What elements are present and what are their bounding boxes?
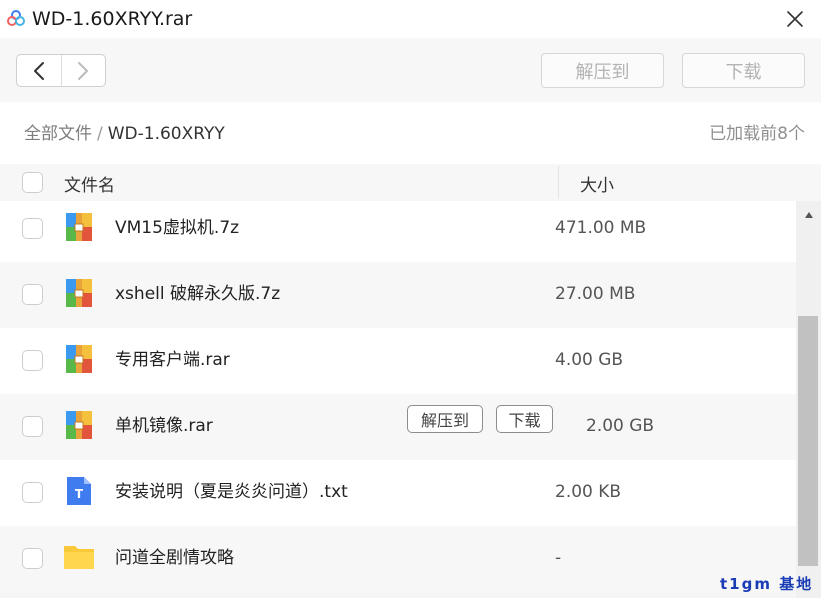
row-checkbox[interactable] [22, 350, 43, 371]
file-name[interactable]: 问道全剧情攻略 [115, 546, 234, 570]
file-name[interactable]: 安装说明（夏是炎炎问道）.txt [115, 480, 348, 504]
chevron-right-icon [78, 61, 89, 80]
file-size: 4.00 GB [555, 350, 624, 370]
row-checkbox[interactable] [22, 284, 43, 305]
file-row[interactable]: 专用客户端.rar 4.00 GB [0, 328, 796, 394]
breadcrumb-separator: / [97, 124, 103, 144]
row-checkbox[interactable] [22, 416, 43, 437]
breadcrumb-root[interactable]: 全部文件 [24, 124, 92, 144]
row-checkbox[interactable] [22, 218, 43, 239]
text-file-icon-letter: T [75, 487, 84, 501]
file-row-hovered[interactable]: 单机镜像.rar 解压到 下载 2.00 GB [0, 394, 796, 460]
baidu-netdisk-cloud-icon [7, 10, 25, 26]
close-button[interactable] [780, 4, 810, 34]
archive-icon [66, 213, 92, 241]
text-file-icon: T [67, 477, 91, 505]
column-size-header[interactable]: 大小 [580, 171, 614, 196]
back-button[interactable] [17, 55, 61, 86]
row-extract-button[interactable]: 解压到 [407, 405, 483, 433]
archive-icon [66, 345, 92, 373]
triangle-up-icon [804, 212, 813, 218]
watermark: t1gm 基地 [720, 575, 814, 593]
file-name[interactable]: 专用客户端.rar [115, 348, 230, 372]
download-button[interactable]: 下载 [682, 53, 805, 88]
breadcrumb: 全部文件 / WD-1.60XRYY [24, 122, 225, 146]
file-row[interactable]: T 安装说明（夏是炎炎问道）.txt 2.00 KB [0, 460, 796, 526]
close-icon [787, 11, 803, 27]
column-header: 文件名 大小 [0, 164, 821, 201]
forward-button[interactable] [60, 55, 105, 86]
scroll-thumb[interactable] [798, 316, 818, 566]
scroll-up-button[interactable] [796, 201, 821, 229]
window-title: WD-1.60XRYY.rar [32, 8, 193, 30]
file-size: 471.00 MB [555, 218, 647, 238]
file-name[interactable]: 单机镜像.rar [115, 414, 213, 438]
archive-icon [66, 279, 92, 307]
file-row[interactable]: xshell 破解永久版.7z 27.00 MB [0, 262, 796, 328]
file-size: - [555, 548, 562, 568]
title-bar: WD-1.60XRYY.rar [0, 0, 821, 38]
row-download-button[interactable]: 下载 [496, 405, 553, 433]
toolbar: 解压到 下载 [0, 38, 821, 102]
breadcrumb-bar: 全部文件 / WD-1.60XRYY 已加载前8个 [0, 102, 821, 164]
file-row[interactable]: VM15虚拟机.7z 471.00 MB [0, 201, 796, 262]
file-name[interactable]: VM15虚拟机.7z [115, 216, 239, 240]
archive-icon [66, 411, 92, 439]
select-all-checkbox[interactable] [22, 172, 43, 193]
folder-icon [64, 546, 94, 569]
file-name[interactable]: xshell 破解永久版.7z [115, 282, 280, 306]
row-checkbox[interactable] [22, 548, 43, 569]
file-size: 2.00 GB [586, 416, 655, 436]
breadcrumb-current: WD-1.60XRYY [107, 124, 225, 144]
loaded-count-info: 已加载前8个 [709, 124, 805, 144]
file-size: 27.00 MB [555, 284, 636, 304]
file-size: 2.00 KB [555, 482, 622, 502]
row-checkbox[interactable] [22, 482, 43, 503]
column-name-header[interactable]: 文件名 [64, 171, 115, 196]
chevron-left-icon [33, 61, 44, 80]
extract-to-button[interactable]: 解压到 [541, 53, 664, 88]
file-list: VM15虚拟机.7z 471.00 MB xshell 破解永久版.7z 27.… [0, 201, 796, 598]
column-divider [558, 166, 559, 199]
scrollbar[interactable] [796, 201, 821, 598]
nav-button-group [16, 54, 106, 87]
file-row[interactable]: 问道全剧情攻略 - [0, 526, 796, 592]
